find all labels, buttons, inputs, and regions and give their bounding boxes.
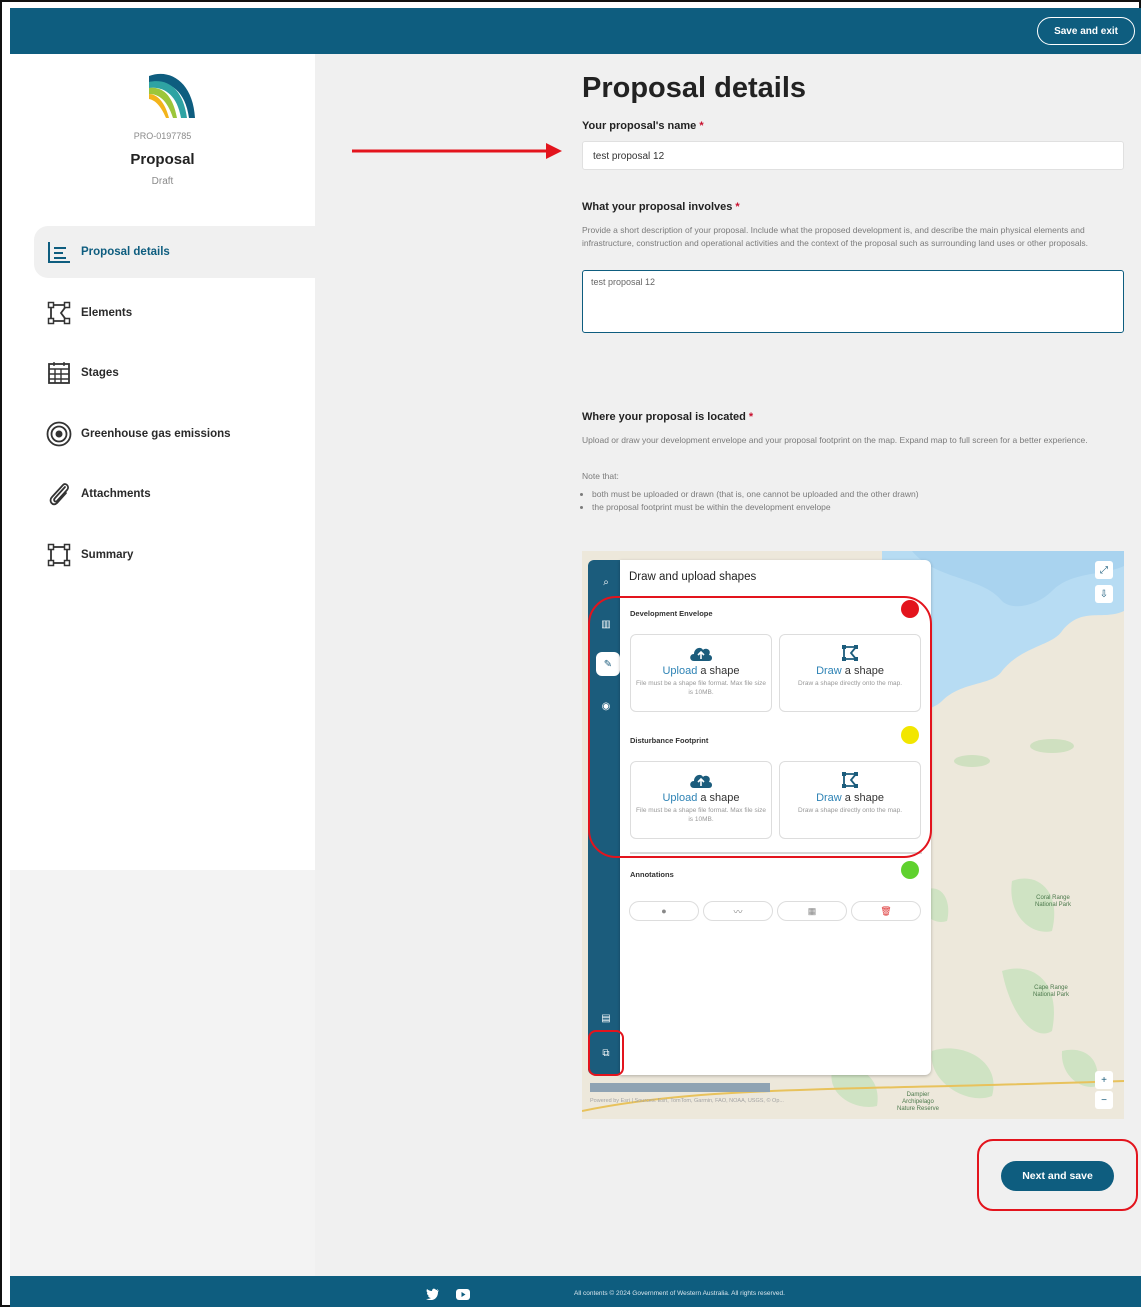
target-icon [46,421,72,447]
proposal-involves-help: Provide a short description of your prop… [582,225,1089,248]
sidebar-item-elements[interactable]: Elements [34,287,315,339]
calendar-icon [46,360,72,386]
proposal-name-label: Your proposal's name * [582,120,704,132]
map-scale-bar [590,1083,770,1092]
search-icon[interactable]: ⌕ [596,572,616,592]
zoom-out-icon[interactable]: − [1095,1091,1113,1109]
trash-icon[interactable]: 🗑 [851,901,921,921]
logo-icon [149,73,195,118]
square-nodes-icon [46,542,72,568]
twitter-icon[interactable] [426,1288,440,1300]
sidebar-item-stages[interactable]: Stages [34,347,315,399]
marker-icon[interactable]: ● [629,901,699,921]
sidebar-item-label: Greenhouse gas emissions [81,428,231,440]
list-item: both must be uploaded or drawn (that is,… [592,488,919,501]
proposal-location-label: Where your proposal is located * [582,411,754,423]
location-note: Note that: [582,471,619,481]
proposal-involves-label: What your proposal involves * [582,201,740,213]
map-credit: Powered by Esri | Sources: Esri, TomTom,… [590,1098,784,1104]
polygon-icon [46,300,72,326]
sidebar-item-label: Elements [81,307,133,319]
text-note-icon[interactable]: ▦ [777,901,847,921]
save-and-exit-button[interactable]: Save and exit [1037,17,1135,45]
panel-title: Draw and upload shapes [629,571,757,583]
location-requirements-list: both must be uploaded or drawn (that is,… [592,488,919,514]
map-label-coral-range: Coral Range National Park [1034,895,1072,908]
next-and-save-button[interactable]: Next and save [1001,1161,1114,1191]
proposal-id: PRO-0197785 [133,131,192,141]
sidebar-item-label: Proposal details [81,246,170,258]
page-title: Proposal details [582,72,807,104]
paperclip-icon [46,481,72,507]
freehand-line-icon[interactable]: 〰 [703,901,773,921]
fullscreen-icon[interactable]: ⤢ [1095,561,1113,579]
zoom-in-icon[interactable]: + [1095,1071,1113,1089]
annotations-heading: Annotations [630,870,674,879]
annotations-color-swatch [901,861,919,879]
sidebar-item-label: Attachments [81,488,151,500]
youtube-icon[interactable] [456,1288,470,1300]
proposal-title: Proposal [130,151,195,168]
list-chart-icon [46,239,72,265]
proposal-status: Draft [151,176,174,187]
sidebar-item-attachments[interactable]: Attachments [34,468,315,520]
sidebar-item-label: Stages [81,367,119,379]
sidebar-item-proposal-details[interactable]: Proposal details [34,226,315,278]
footer-copyright: All contents © 2024 Government of Wester… [574,1290,785,1297]
annotation-highlight-tool [588,1030,624,1076]
legend-icon[interactable]: ▤ [596,1008,616,1028]
download-icon[interactable]: ⇩ [1095,585,1113,603]
sidebar-item-label: Summary [81,549,134,561]
top-bar: Save and exit [10,8,1141,54]
map-label-cape-range: Cape Range National Park [1032,985,1070,998]
proposal-name-input[interactable]: test proposal 12 [582,141,1124,170]
annotation-arrow [352,143,562,159]
map-label-dampier: Dampier Archipelago Nature Reserve [896,1092,940,1112]
list-item: the proposal footprint must be within th… [592,501,919,514]
annotation-highlight-shapes [588,596,932,858]
sidebar-footer-area [10,870,315,1276]
sidebar-item-summary[interactable]: Summary [34,529,315,581]
sidebar-item-greenhouse-gas-emissions[interactable]: Greenhouse gas emissions [34,408,315,460]
proposal-involves-textarea[interactable]: test proposal 12 [582,270,1124,333]
proposal-location-help: Upload or draw your development envelope… [582,435,1088,445]
